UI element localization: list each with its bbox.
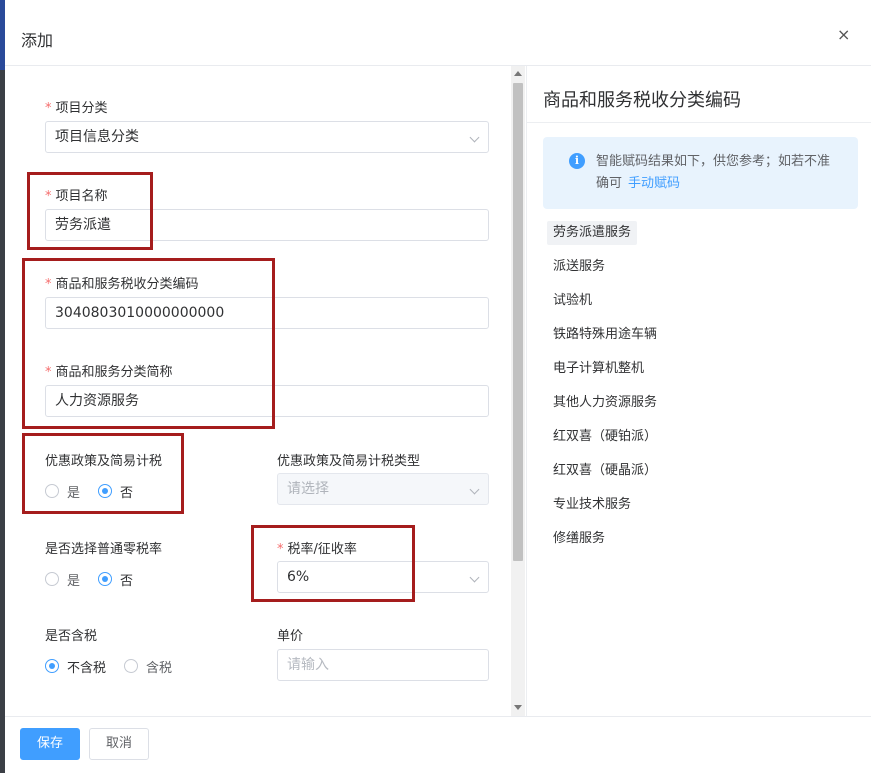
preferential-policy-yes[interactable]: 是 (45, 482, 80, 501)
manual-code-link[interactable]: 手动赋码 (628, 176, 680, 191)
zero-rate-yes[interactable]: 是 (45, 570, 80, 589)
tax-short-name-input[interactable]: 人力资源服务 (45, 385, 489, 417)
tax-short-name-label: * 商品和服务分类简称 (45, 365, 173, 380)
list-item[interactable]: 专业技术服务 (553, 493, 853, 527)
zero-rate-no[interactable]: 否 (98, 570, 133, 589)
chevron-down-icon (469, 132, 480, 143)
form-scrollbar[interactable] (511, 66, 525, 716)
list-item[interactable]: 派送服务 (553, 255, 853, 289)
notice-text: 智能赋码结果如下，供您参考；如若不准确可 手动赋码 (596, 154, 831, 191)
list-item[interactable]: 修缮服务 (553, 527, 853, 561)
policy-type-label: 优惠政策及简易计税类型 (277, 454, 421, 469)
tax-excluded-option[interactable]: 不含税 (45, 657, 106, 676)
policy-type-select[interactable]: 请选择 (277, 473, 489, 505)
dialog-header: 添加 × (5, 6, 871, 66)
unit-price-input[interactable]: 请输入 (277, 649, 489, 681)
chevron-down-icon (469, 572, 480, 583)
project-name-input[interactable]: 劳务派遣 (45, 209, 489, 241)
tax-included-label: 是否含税 (45, 629, 98, 644)
list-item[interactable]: 电子计算机整机 (553, 357, 853, 391)
notice-box: i 智能赋码结果如下，供您参考；如若不准确可 手动赋码 (543, 137, 858, 209)
tax-rate-label: * 税率/征收率 (277, 542, 357, 557)
scroll-down-icon[interactable] (514, 705, 522, 710)
zero-rate-radios: 是 否 (45, 569, 151, 589)
dialog-title: 添加 (21, 31, 54, 50)
tax-included-option[interactable]: 含税 (124, 657, 172, 676)
dialog-footer: 保存 取消 (5, 716, 871, 773)
preferential-policy-no[interactable]: 否 (98, 482, 133, 501)
scrollbar-thumb[interactable] (513, 83, 523, 561)
project-name-label: * 项目名称 (45, 189, 108, 204)
tax-rate-select[interactable]: 6% (277, 561, 489, 593)
info-icon: i (569, 153, 585, 169)
zero-rate-label: 是否选择普通零税率 (45, 542, 163, 557)
side-panel: 商品和服务税收分类编码 i 智能赋码结果如下，供您参考；如若不准确可 手动赋码 劳… (526, 66, 871, 716)
chevron-down-icon (469, 484, 480, 495)
tax-code-label: * 商品和服务税收分类编码 (45, 277, 199, 292)
tax-included-radios: 不含税 含税 (45, 656, 190, 676)
divider (527, 122, 871, 123)
list-item[interactable]: 其他人力资源服务 (553, 391, 853, 425)
page: 添加 × * 项目分类 项目信息分类 * 项目名称 劳务派遣 * 商品和服务税收分类编… (0, 0, 871, 773)
preferential-policy-radios: 是 否 (45, 481, 151, 501)
list-item[interactable]: 红双喜（硬晶派） (553, 459, 853, 493)
save-button[interactable]: 保存 (20, 728, 80, 760)
project-category-value: 项目信息分类 (55, 129, 139, 145)
form-area: * 项目分类 项目信息分类 * 项目名称 劳务派遣 * 商品和服务税收分类编码 304… (5, 66, 511, 716)
project-category-label: * 项目分类 (45, 101, 108, 116)
list-item[interactable]: 铁路特殊用途车辆 (553, 323, 853, 357)
tax-rate-value: 6% (287, 569, 310, 585)
list-item[interactable]: 试验机 (553, 289, 853, 323)
list-item[interactable]: 红双喜（硬铂派） (553, 425, 853, 459)
side-panel-title: 商品和服务税收分类编码 (543, 90, 741, 111)
preferential-policy-label: 优惠政策及简易计税 (45, 454, 163, 469)
tax-code-input[interactable]: 3040803010000000000 (45, 297, 489, 329)
list-item[interactable]: 劳务派遣服务 (547, 221, 853, 255)
scroll-up-icon[interactable] (514, 71, 522, 76)
suggestion-list: 劳务派遣服务 派送服务 试验机 铁路特殊用途车辆 电子计算机整机 其他人力资源服… (547, 221, 853, 561)
policy-type-placeholder: 请选择 (287, 481, 329, 497)
project-category-select[interactable]: 项目信息分类 (45, 121, 489, 153)
cancel-button[interactable]: 取消 (89, 728, 149, 760)
highlight-box (22, 433, 184, 514)
unit-price-label: 单价 (277, 629, 304, 644)
close-icon[interactable]: × (837, 25, 850, 44)
